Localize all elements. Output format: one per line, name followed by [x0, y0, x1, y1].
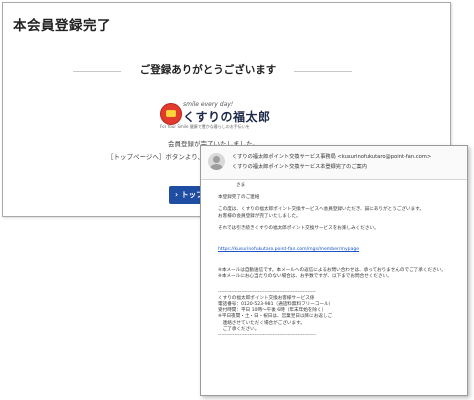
brand-logo: smile every day! くすりの福太郎 For Your Smile … — [160, 101, 270, 129]
logo-subtext: For Your Smile 健康で豊かな暮らしのお手伝いを — [160, 124, 250, 129]
mascot-icon — [160, 103, 182, 125]
thanks-heading: ご登録ありがとうございます — [139, 64, 277, 76]
confirmation-email: くすりの福太郎ポイント交換サービス事務局 <kusurinofukutaro@p… — [200, 145, 468, 396]
page-title: 本会員登録完了 — [13, 18, 111, 34]
divider-line: ----------------------------------------… — [218, 333, 316, 339]
email-sender: くすりの福太郎ポイント交換サービス事務局 <kusurinofukutaro@p… — [232, 154, 432, 160]
heading-divider-right — [294, 71, 352, 72]
heading-divider-left — [73, 71, 121, 72]
logo-tagline: smile every day! — [183, 101, 234, 108]
chevron-right-icon: › — [175, 190, 179, 199]
logo-name: くすりの福太郎 — [183, 110, 271, 124]
email-header: くすりの福太郎ポイント交換サービス事務局 <kusurinofukutaro@p… — [201, 146, 467, 180]
email-subject: くすりの福太郎ポイント交換サービス本登録完了のご案内 — [232, 164, 367, 170]
email-body: さま 本登録完了のご連絡 この度は、くすりの福太郎ポイント交換サービスへ会員登録… — [218, 183, 461, 339]
sender-avatar-icon — [208, 153, 225, 170]
